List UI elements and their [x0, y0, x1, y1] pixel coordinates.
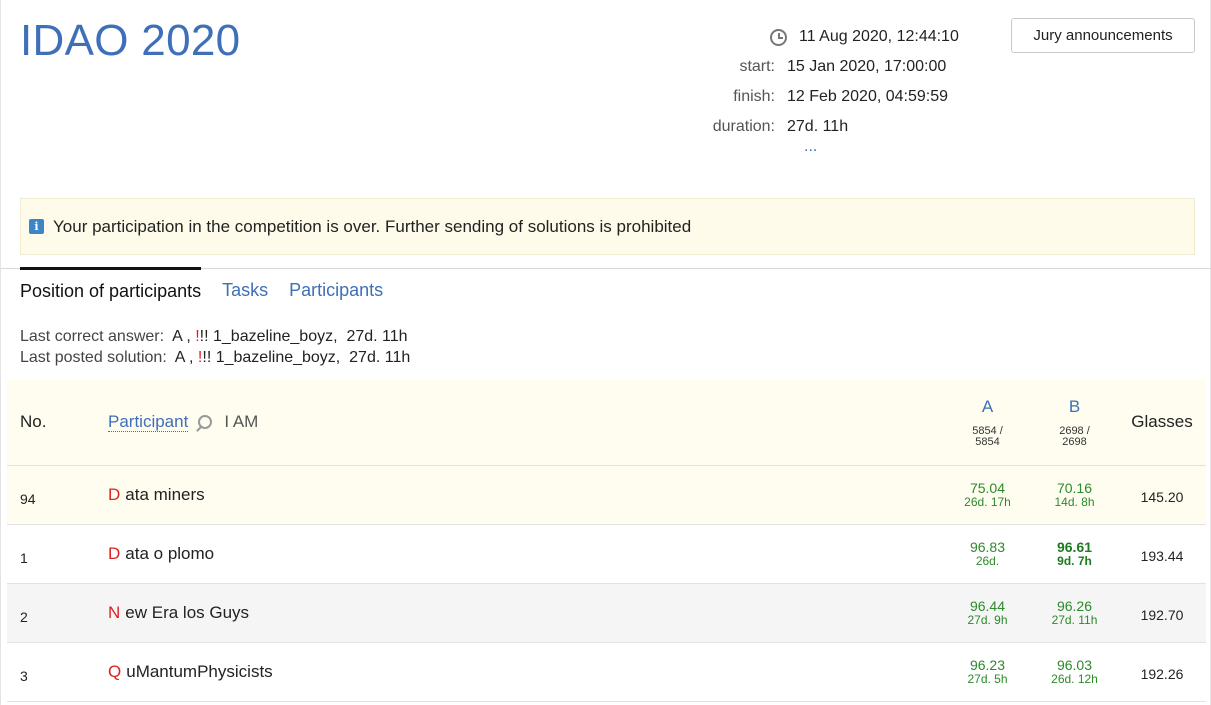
score-time: 26d. 12h: [1051, 672, 1098, 686]
table-row: 2 New Era los Guys 96.44 27d. 9h 96.26 27d…: [7, 583, 1206, 642]
score-time: 9d. 7h: [1057, 554, 1092, 568]
finish-row: finish: 12 Feb 2020, 04:59:59: [701, 82, 1001, 112]
start-row: start: 15 Jan 2020, 17:00:00: [701, 52, 1001, 82]
participant-sort-link[interactable]: Participant: [108, 412, 189, 433]
last-correct-task: A ,: [172, 328, 191, 345]
row-glasses: 192.70: [1140, 606, 1184, 623]
row-score-a: 96.83 26d.: [944, 524, 1031, 583]
duration-label: duration:: [712, 118, 775, 135]
contest-title: IDAO 2020: [20, 16, 241, 65]
row-no: 94: [20, 490, 36, 507]
row-score-b: 70.16 14d. 8h: [1031, 465, 1118, 524]
team-initial: D: [108, 543, 121, 563]
last-posted-label: Last posted solution:: [20, 349, 167, 366]
header-task-a: A 5854 / 5854: [944, 380, 1031, 465]
score-time: 14d. 8h: [1054, 495, 1095, 509]
row-participant[interactable]: Data o plomo: [108, 524, 944, 583]
last-posted-time: 27d. 11h: [349, 349, 411, 366]
score-time: 27d. 9h: [967, 613, 1008, 627]
duration-value: 27d. 11h: [787, 118, 849, 135]
participation-notice: i Your participation in the competition …: [20, 198, 1195, 255]
task-a-stat-bottom: 5854: [975, 435, 1000, 448]
score-points: 96.23: [969, 657, 1006, 673]
jury-announcements-button[interactable]: Jury announcements: [1011, 18, 1195, 53]
last-activity-info: Last correct answer: A , !!! 1_bazeline_…: [20, 326, 410, 368]
task-a-link[interactable]: A: [944, 397, 1031, 417]
table-row: 3 QuMantumPhysicists 96.23 27d. 5h 96.03 2…: [7, 642, 1206, 701]
duration-row: duration: 27d. 11h: [701, 112, 1001, 142]
score-points: 75.04: [969, 480, 1006, 496]
score-points: 70.16: [1056, 480, 1093, 496]
standings-table: No. Participant I AM A 5854 / 5854 B 2698…: [7, 380, 1206, 702]
header-no: No.: [20, 412, 47, 432]
score-time: 26d. 17h: [964, 495, 1011, 509]
score-points: 96.26: [1056, 598, 1093, 614]
last-correct-answer: Last correct answer: A , !!! 1_bazeline_…: [20, 326, 410, 347]
last-correct-label: Last correct answer:: [20, 328, 165, 345]
row-no: 2: [20, 608, 28, 625]
row-participant[interactable]: Data miners: [108, 465, 944, 524]
score-points: 96.61: [1056, 539, 1093, 555]
team-name: ata o plomo: [125, 543, 215, 563]
row-glasses: 145.20: [1140, 488, 1184, 505]
more-info-link[interactable]: ...: [804, 138, 817, 156]
notice-text: Your participation in the competition is…: [53, 216, 692, 236]
last-correct-time: 27d. 11h: [346, 328, 408, 345]
score-time: 27d. 11h: [1051, 613, 1098, 627]
row-participant[interactable]: QuMantumPhysicists: [108, 642, 944, 701]
team-name: ew Era los Guys: [125, 602, 250, 622]
header-glasses: Glasses: [1131, 412, 1193, 432]
score-points: 96.03: [1056, 657, 1093, 673]
row-glasses: 192.26: [1140, 665, 1184, 682]
task-b-link[interactable]: B: [1031, 397, 1118, 417]
team-initial: Q: [108, 661, 122, 681]
info-icon: i: [29, 219, 44, 234]
row-score-b-best: 96.61 9d. 7h: [1031, 524, 1118, 583]
contest-page: IDAO 2020 11 Aug 2020, 12:44:10 start: 1…: [0, 0, 1211, 705]
contest-time-info: 11 Aug 2020, 12:44:10 start: 15 Jan 2020…: [701, 22, 1001, 142]
task-b-stat-bottom: 2698: [1062, 435, 1087, 448]
current-time-row: 11 Aug 2020, 12:44:10: [701, 22, 1001, 52]
header-task-b: B 2698 / 2698: [1031, 380, 1118, 465]
i-am-filter[interactable]: I AM: [224, 412, 258, 431]
row-score-a: 96.23 27d. 5h: [944, 642, 1031, 701]
team-initial: D: [108, 484, 121, 504]
row-no: 3: [20, 667, 28, 684]
score-points: 96.83: [969, 539, 1006, 555]
team-name: uMantumPhysicists: [126, 661, 273, 681]
row-score-a: 75.04 26d. 17h: [944, 465, 1031, 524]
last-posted-task: A ,: [174, 349, 194, 366]
score-time: 26d.: [975, 554, 1000, 568]
table-row: 94 Data miners 75.04 26d. 17h 70.16 14d. 8…: [7, 465, 1206, 524]
last-posted-team: !! 1_bazeline_boyz,: [202, 349, 341, 366]
team-initial: N: [108, 602, 121, 622]
tab-position-of-participants[interactable]: Position of participants: [20, 267, 202, 308]
last-posted-solution: Last posted solution: A , !!! 1_bazeline…: [20, 347, 410, 368]
search-icon[interactable]: [198, 415, 213, 430]
current-time: 11 Aug 2020, 12:44:10: [799, 28, 959, 45]
row-score-b: 96.03 26d. 12h: [1031, 642, 1118, 701]
start-value: 15 Jan 2020, 17:00:00: [787, 58, 947, 75]
finish-value: 12 Feb 2020, 04:59:59: [787, 88, 949, 105]
row-participant[interactable]: New Era los Guys: [108, 583, 944, 642]
clock-icon: [770, 28, 787, 46]
start-label: start:: [739, 58, 775, 75]
table-row: 1 Data o plomo 96.83 26d. 96.61 9d. 7h 193…: [7, 524, 1206, 583]
last-correct-team: !! 1_bazeline_boyz,: [199, 328, 338, 345]
tabs: Position of participants Tasks Participa…: [20, 267, 404, 308]
row-no: 1: [20, 549, 28, 566]
row-score-a: 96.44 27d. 9h: [944, 583, 1031, 642]
tab-tasks[interactable]: Tasks: [222, 268, 268, 308]
row-score-b: 96.26 27d. 11h: [1031, 583, 1118, 642]
finish-label: finish:: [733, 88, 775, 105]
table-header: No. Participant I AM A 5854 / 5854 B 2698…: [7, 380, 1206, 465]
score-points: 96.44: [969, 598, 1006, 614]
tab-participants[interactable]: Participants: [289, 268, 383, 308]
row-glasses: 193.44: [1140, 547, 1184, 564]
team-name: ata miners: [125, 484, 205, 504]
header-participant: Participant I AM: [108, 380, 944, 465]
score-time: 27d. 5h: [967, 672, 1008, 686]
